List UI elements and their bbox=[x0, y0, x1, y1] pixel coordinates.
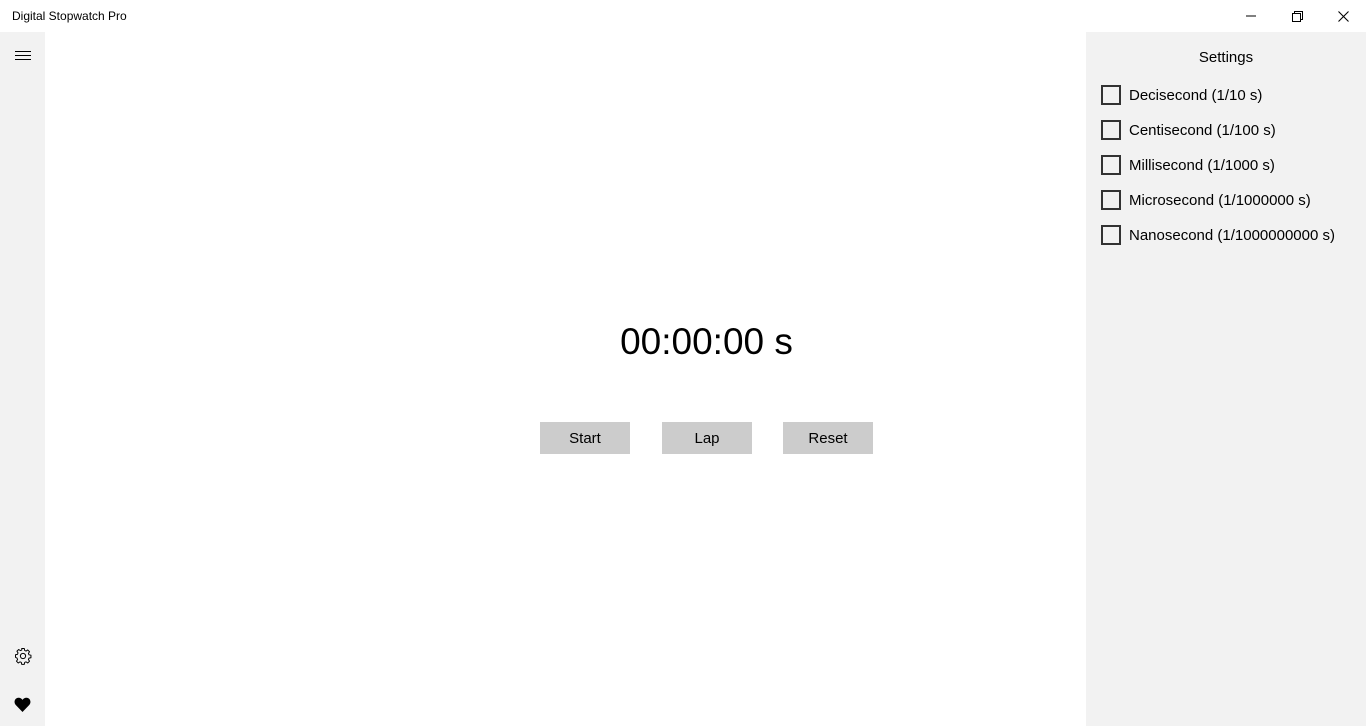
gear-icon bbox=[14, 648, 31, 665]
option-nanosecond[interactable]: Nanosecond (1/1000000000 s) bbox=[1101, 223, 1335, 247]
option-label: Decisecond (1/10 s) bbox=[1129, 86, 1263, 104]
decisecond-checkbox[interactable] bbox=[1101, 85, 1121, 105]
favorite-button[interactable] bbox=[0, 684, 45, 724]
option-decisecond[interactable]: Decisecond (1/10 s) bbox=[1101, 83, 1262, 107]
elapsed-time: 00:00:00 s bbox=[620, 321, 793, 362]
minimize-icon bbox=[1246, 15, 1256, 17]
restore-icon bbox=[1291, 10, 1303, 22]
close-button[interactable] bbox=[1320, 0, 1366, 32]
start-button[interactable]: Start bbox=[540, 422, 630, 454]
stopwatch-area: 00:00:00 s Start Lap Reset bbox=[45, 32, 1086, 726]
millisecond-checkbox[interactable] bbox=[1101, 155, 1121, 175]
option-label: Microsecond (1/1000000 s) bbox=[1129, 191, 1311, 209]
timer-display: 00:00:00 s bbox=[540, 318, 873, 366]
option-centisecond[interactable]: Centisecond (1/100 s) bbox=[1101, 118, 1276, 142]
option-microsecond[interactable]: Microsecond (1/1000000 s) bbox=[1101, 188, 1311, 212]
heart-icon bbox=[14, 697, 31, 712]
option-label: Centisecond (1/100 s) bbox=[1129, 121, 1276, 139]
close-icon bbox=[1337, 10, 1349, 22]
nanosecond-checkbox[interactable] bbox=[1101, 225, 1121, 245]
reset-button[interactable]: Reset bbox=[783, 422, 873, 454]
microsecond-checkbox[interactable] bbox=[1101, 190, 1121, 210]
settings-button[interactable] bbox=[0, 636, 45, 676]
navigation-rail bbox=[0, 32, 45, 726]
app-window: Digital Stopwatch Pro 00:00:00 s Start L… bbox=[0, 0, 1366, 726]
menu-button[interactable] bbox=[0, 36, 45, 76]
option-label: Nanosecond (1/1000000000 s) bbox=[1129, 226, 1335, 244]
window-title: Digital Stopwatch Pro bbox=[12, 9, 127, 23]
hamburger-icon bbox=[14, 51, 31, 60]
restore-button[interactable] bbox=[1274, 0, 1320, 32]
title-bar: Digital Stopwatch Pro bbox=[0, 0, 1366, 32]
option-label: Millisecond (1/1000 s) bbox=[1129, 156, 1275, 174]
minimize-button[interactable] bbox=[1228, 0, 1274, 32]
settings-panel: Settings Decisecond (1/10 s) Centisecond… bbox=[1086, 32, 1366, 726]
lap-button[interactable]: Lap bbox=[662, 422, 752, 454]
option-millisecond[interactable]: Millisecond (1/1000 s) bbox=[1101, 153, 1275, 177]
centisecond-checkbox[interactable] bbox=[1101, 120, 1121, 140]
settings-title: Settings bbox=[1198, 49, 1254, 66]
